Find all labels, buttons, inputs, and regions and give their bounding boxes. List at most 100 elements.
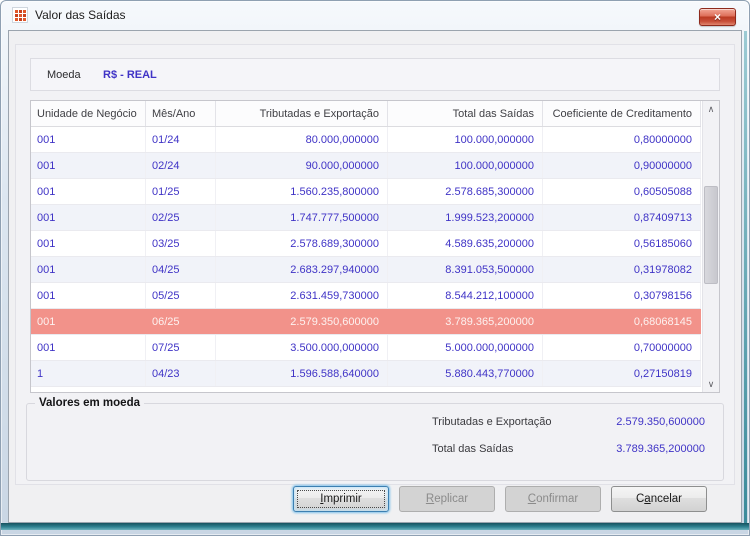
table-cell: 3.789.365,200000 bbox=[445, 315, 534, 328]
table-cell: 001 bbox=[31, 283, 146, 308]
table-cell: 01/24 bbox=[146, 127, 216, 152]
table-row[interactable]: 001 01/24 80.000,000000 100.000,000000 0,800… bbox=[31, 127, 701, 153]
table-cell: 0,80000000 bbox=[543, 127, 701, 152]
table-row[interactable]: 001 01/25 1.560.235,800000 2.578.685,300000… bbox=[31, 179, 701, 205]
table-cell: 04/23 bbox=[146, 361, 216, 386]
table-cell: 5.880.443,770000 bbox=[388, 361, 543, 386]
table-cell: 0,31978082 bbox=[543, 257, 701, 282]
button-mnemonic: R bbox=[425, 493, 435, 505]
table-body: 001 01/24 80.000,000000 100.000,000000 0,800… bbox=[31, 127, 719, 387]
table-cell: 0,68068145 bbox=[633, 315, 692, 328]
table-cell: 8.544.212,100000 bbox=[388, 283, 543, 308]
table-cell: 0,30798156 bbox=[543, 283, 701, 308]
button-label: eplicar bbox=[434, 493, 469, 505]
column-header-total[interactable]: Total das Saídas bbox=[388, 101, 543, 126]
table-cell: 2.631.459,730000 bbox=[216, 283, 388, 308]
table-row[interactable]: 001 02/24 90.000,000000 100.000,000000 0,900… bbox=[31, 153, 701, 179]
summary-legend: Valores em moeda bbox=[39, 397, 140, 409]
table-cell: 5.000.000,000000 bbox=[388, 335, 543, 360]
table-row[interactable]: 1 04/23 1.596.588,640000 5.880.443,770000 0,… bbox=[31, 361, 701, 387]
table-cell: 01/25 bbox=[146, 179, 216, 204]
table-cell: 04/25 bbox=[146, 257, 216, 282]
table-cell: 001 bbox=[31, 231, 146, 256]
button-label: onfirmar bbox=[536, 493, 579, 505]
dialog-window: Valor das Saídas × Moeda R$ - REAL Unida… bbox=[0, 0, 750, 536]
data-grid: Unidade de Negócio Mês/Ano Tributadas e … bbox=[30, 100, 720, 393]
table-cell: 2.578.689,300000 bbox=[216, 231, 388, 256]
moeda-field: Moeda R$ - REAL bbox=[30, 58, 720, 91]
column-header-unidade[interactable]: Unidade de Negócio bbox=[31, 101, 146, 126]
summary-label: Tributadas e Exportação bbox=[432, 416, 552, 428]
table-cell: 1.747.777,500000 bbox=[216, 205, 388, 230]
table-cell: 0,60505088 bbox=[543, 179, 701, 204]
table-header-row: Unidade de Negócio Mês/Ano Tributadas e … bbox=[31, 101, 701, 127]
column-header-mes-ano[interactable]: Mês/Ano bbox=[146, 101, 216, 126]
summary-groupbox: Valores em moeda Tributadas e Exportação… bbox=[26, 397, 724, 481]
scrollbar-thumb[interactable] bbox=[704, 186, 718, 284]
chevron-up-icon: ∧ bbox=[707, 103, 715, 114]
table-row[interactable]: 001 07/25 3.500.000,000000 5.000.000,000000… bbox=[31, 335, 701, 361]
scroll-up-button[interactable]: ∧ bbox=[703, 101, 719, 117]
table-row[interactable]: 001 05/25 2.631.459,730000 8.544.212,100000… bbox=[31, 283, 701, 309]
confirmar-button[interactable]: Confirmar bbox=[505, 486, 601, 512]
app-icon bbox=[12, 7, 28, 23]
column-header-tributadas[interactable]: Tributadas e Exportação bbox=[216, 101, 388, 126]
table-cell: 001 bbox=[31, 335, 146, 360]
dialog-body: Moeda R$ - REAL Unidade de Negócio Mês/A… bbox=[8, 30, 742, 523]
replicar-button[interactable]: Replicar bbox=[399, 486, 495, 512]
close-button[interactable]: × bbox=[699, 8, 736, 26]
table-cell: 06/25 bbox=[152, 315, 180, 328]
table-cell: 03/25 bbox=[146, 231, 216, 256]
window-frame-bottom-accent bbox=[1, 523, 749, 530]
summary-label: Total das Saídas bbox=[432, 443, 514, 455]
button-row: Imprimir Replicar Confirmar Cancelar bbox=[293, 486, 707, 512]
table-cell: 100.000,000000 bbox=[388, 153, 543, 178]
button-mnemonic: C bbox=[527, 493, 537, 505]
button-label: ncelar bbox=[650, 493, 683, 505]
moeda-value: R$ - REAL bbox=[103, 68, 157, 81]
table-cell: 001 bbox=[31, 257, 146, 282]
close-icon: × bbox=[713, 9, 721, 24]
table-cell: 0,70000000 bbox=[543, 335, 701, 360]
window-frame-right-accent bbox=[744, 31, 747, 523]
table-cell: 100.000,000000 bbox=[388, 127, 543, 152]
table-cell: 05/25 bbox=[146, 283, 216, 308]
summary-item-total: Total das Saídas 3.789.365,200000 bbox=[432, 443, 705, 455]
title-bar: Valor das Saídas bbox=[0, 0, 750, 30]
table-cell: 2.578.685,300000 bbox=[388, 179, 543, 204]
table-cell: 1 bbox=[31, 361, 146, 386]
table-cell: 001 bbox=[31, 205, 146, 230]
table-row[interactable]: 001 04/25 2.683.297,940000 8.391.053,500000… bbox=[31, 257, 701, 283]
table-cell: 2.579.350,600000 bbox=[290, 315, 379, 328]
table-cell: 0,27150819 bbox=[543, 361, 701, 386]
table-cell: 001 bbox=[31, 127, 146, 152]
table-cell: 8.391.053,500000 bbox=[388, 257, 543, 282]
table-row[interactable]: 001 03/25 2.578.689,300000 4.589.635,200000… bbox=[31, 231, 701, 257]
table-cell: 07/25 bbox=[146, 335, 216, 360]
summary-value: 2.579.350,600000 bbox=[616, 416, 705, 428]
table-cell: 1.999.523,200000 bbox=[388, 205, 543, 230]
table-cell: 001 bbox=[31, 153, 146, 178]
column-header-coeficiente[interactable]: Coeficiente de Creditamento bbox=[543, 101, 701, 126]
window-title: Valor das Saídas bbox=[35, 8, 126, 22]
table-cell: 1.560.235,800000 bbox=[216, 179, 388, 204]
main-panel: Moeda R$ - REAL Unidade de Negócio Mês/A… bbox=[15, 44, 735, 485]
table-row[interactable]: 001 06/25 2.579.350,600000 3.789.365,200000… bbox=[31, 309, 701, 335]
moeda-label: Moeda bbox=[47, 68, 81, 81]
scroll-down-button[interactable]: ∨ bbox=[703, 376, 719, 392]
table-cell: 02/24 bbox=[146, 153, 216, 178]
table-row[interactable]: 001 02/25 1.747.777,500000 1.999.523,200000… bbox=[31, 205, 701, 231]
table-cell: 0,87409713 bbox=[543, 205, 701, 230]
summary-item-tributadas: Tributadas e Exportação 2.579.350,600000 bbox=[432, 416, 705, 428]
table-cell: 1.596.588,640000 bbox=[216, 361, 388, 386]
imprimir-button[interactable]: Imprimir bbox=[293, 486, 389, 512]
table-cell: 90.000,000000 bbox=[216, 153, 388, 178]
table-cell: 4.589.635,200000 bbox=[388, 231, 543, 256]
table-cell: 80.000,000000 bbox=[216, 127, 388, 152]
cancelar-button[interactable]: Cancelar bbox=[611, 486, 707, 512]
summary-value: 3.789.365,200000 bbox=[616, 443, 705, 455]
chevron-down-icon: ∨ bbox=[707, 378, 715, 389]
vertical-scrollbar[interactable]: ∧ ∨ bbox=[702, 101, 719, 392]
table-cell: 0,56185060 bbox=[543, 231, 701, 256]
table-cell: 2.683.297,940000 bbox=[216, 257, 388, 282]
